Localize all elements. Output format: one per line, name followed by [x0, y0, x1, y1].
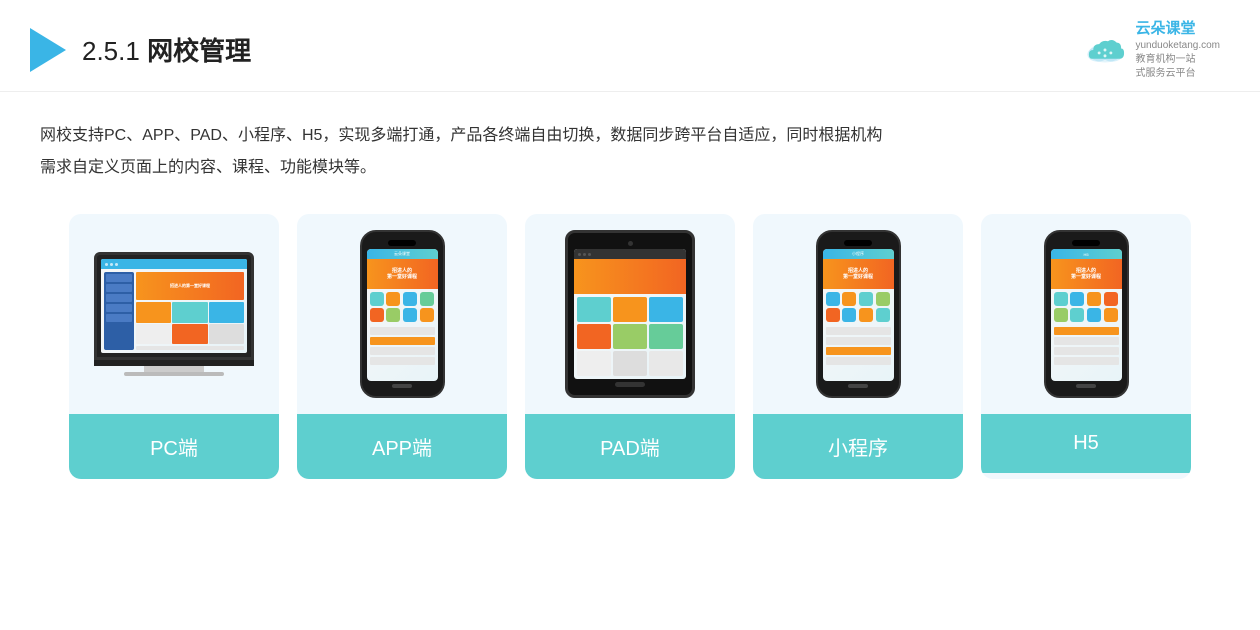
pc-base: [124, 372, 224, 376]
tablet-screen: [574, 249, 686, 379]
page-title: 2.5.1 网校管理: [82, 31, 251, 68]
pc-screen-outer: 招进人的第一堂好课程: [94, 252, 254, 360]
logo-text: 云朵课堂 yunduoketang.com 教育机构一站 式服务云平台: [1135, 18, 1220, 81]
card-miniapp-image: 小程序 招进人的第一堂好课程: [753, 214, 963, 414]
card-pad-image: [525, 214, 735, 414]
phone-banner-app: 招进人的第一堂好课程: [367, 259, 438, 289]
phone-icons-grid-h5: [1051, 289, 1122, 325]
card-miniapp: 小程序 招进人的第一堂好课程: [753, 214, 963, 479]
phone-notch-miniapp: [844, 240, 872, 246]
phone-home: [392, 384, 412, 388]
phone-screen-miniapp: 小程序 招进人的第一堂好课程: [823, 249, 894, 381]
description-line2: 需求自定义页面上的内容、课程、功能模块等。: [40, 159, 376, 176]
phone-mockup-h5: H5 招进人的第一堂好课程: [1044, 230, 1129, 398]
logo-icon: [1083, 32, 1127, 68]
brand-logo: 云朵课堂 yunduoketang.com 教育机构一站 式服务云平台: [1083, 18, 1220, 81]
phone-home-miniapp: [848, 384, 868, 388]
cards-area: 招进人的第一堂好课程: [0, 194, 1260, 499]
card-pc-label: PC端: [69, 414, 279, 479]
description-block: 网校支持PC、APP、PAD、小程序、H5，实现多端打通，产品各终端自由切换，数…: [0, 92, 1260, 194]
play-icon: [30, 28, 66, 72]
description-line1: 网校支持PC、APP、PAD、小程序、H5，实现多端打通，产品各终端自由切换，数…: [40, 127, 882, 144]
phone-home-h5: [1076, 384, 1096, 388]
card-pad: PAD端: [525, 214, 735, 479]
tablet-camera: [628, 241, 633, 246]
card-pad-label: PAD端: [525, 414, 735, 479]
card-pc: 招进人的第一堂好课程: [69, 214, 279, 479]
tablet-bottom: [615, 382, 645, 387]
phone-screen-app: 云朵课堂 招进人的第一堂好课程: [367, 249, 438, 381]
phone-icons-grid-miniapp: [823, 289, 894, 325]
card-miniapp-label: 小程序: [753, 414, 963, 479]
phone-screen-bar-miniapp: 小程序: [823, 249, 894, 259]
card-h5-label: H5: [981, 414, 1191, 473]
phone-mockup-app: 云朵课堂 招进人的第一堂好课程: [360, 230, 445, 398]
phone-banner-miniapp: 招进人的第一堂好课程: [823, 259, 894, 289]
phone-banner-h5: 招进人的第一堂好课程: [1051, 259, 1122, 289]
card-app: 云朵课堂 招进人的第一堂好课程: [297, 214, 507, 479]
tablet-bar: [574, 249, 686, 259]
pc-screen-inner: 招进人的第一堂好课程: [101, 259, 247, 353]
pc-mockup: 招进人的第一堂好课程: [94, 252, 254, 376]
card-app-image: 云朵课堂 招进人的第一堂好课程: [297, 214, 507, 414]
phone-screen-h5: H5 招进人的第一堂好课程: [1051, 249, 1122, 381]
phone-content-rows: [367, 325, 438, 381]
phone-screen-bar: 云朵课堂: [367, 249, 438, 259]
phone-content-rows-miniapp: [823, 325, 894, 381]
phone-icons-grid: [367, 289, 438, 325]
header-left: 2.5.1 网校管理: [30, 28, 251, 72]
phone-content-rows-h5: [1051, 325, 1122, 381]
card-h5: H5 招进人的第一堂好课程: [981, 214, 1191, 479]
phone-mockup-miniapp: 小程序 招进人的第一堂好课程: [816, 230, 901, 398]
tablet-mockup: [565, 230, 695, 398]
card-pc-image: 招进人的第一堂好课程: [69, 214, 279, 414]
card-h5-image: H5 招进人的第一堂好课程: [981, 214, 1191, 414]
phone-notch: [388, 240, 416, 246]
tablet-grid: [574, 294, 686, 379]
pc-screen-bar: [101, 259, 247, 269]
phone-screen-bar-h5: H5: [1051, 249, 1122, 259]
phone-notch-h5: [1072, 240, 1100, 246]
card-app-label: APP端: [297, 414, 507, 479]
header: 2.5.1 网校管理 云朵课堂 yunduoketang.com 教育机构一站 …: [0, 0, 1260, 92]
tablet-banner: [574, 259, 686, 294]
